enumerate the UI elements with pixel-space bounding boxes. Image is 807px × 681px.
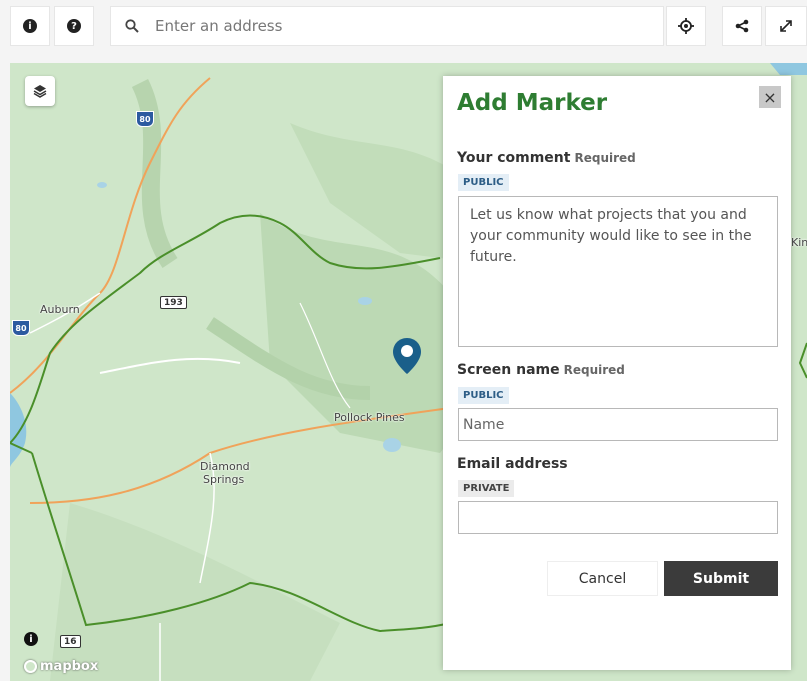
map-label-auburn: Auburn — [40, 303, 80, 316]
info-icon: i — [23, 19, 37, 33]
comment-label: Your comment Required — [457, 150, 636, 166]
cancel-button[interactable]: Cancel — [547, 561, 658, 596]
comment-label-text: Your comment — [457, 150, 571, 166]
public-badge: PUBLIC — [458, 174, 509, 191]
close-button[interactable]: × — [759, 86, 781, 108]
help-icon: ? — [67, 19, 81, 33]
mapbox-logo[interactable]: mapbox — [24, 659, 98, 674]
panel-title: Add Marker — [457, 90, 608, 116]
required-tag: Required — [574, 151, 636, 165]
address-search-input[interactable] — [155, 7, 655, 45]
screen-name-input[interactable] — [458, 408, 778, 441]
layers-icon — [33, 85, 47, 98]
crosshair-icon — [678, 18, 694, 34]
share-button[interactable] — [722, 6, 762, 46]
screen-name-label-text: Screen name — [457, 362, 560, 378]
map-label-kin: Kin — [791, 236, 807, 249]
map-label-springs: Springs — [203, 473, 245, 486]
email-label: Email address — [457, 456, 568, 472]
map-layers-button[interactable] — [25, 76, 55, 106]
highway-16-shield: 16 — [60, 635, 81, 648]
required-tag: Required — [563, 363, 625, 377]
add-marker-panel: Add Marker × Your comment Required PUBLIC… — [443, 76, 791, 670]
share-icon — [735, 19, 749, 33]
mapbox-logo-icon — [24, 660, 37, 673]
locate-button[interactable] — [666, 6, 706, 46]
search-icon — [125, 19, 139, 33]
close-icon: × — [763, 87, 777, 107]
public-badge: PUBLIC — [458, 387, 509, 404]
address-search — [110, 6, 664, 46]
map-attribution-info-icon[interactable]: i — [24, 632, 38, 646]
help-button[interactable]: ? — [54, 6, 94, 46]
comment-textarea[interactable] — [458, 196, 778, 347]
email-input[interactable] — [458, 501, 778, 534]
map-label-pollock-pines: Pollock Pines — [334, 411, 405, 424]
mapbox-logo-text: mapbox — [40, 659, 99, 674]
top-toolbar: i ? — [0, 0, 807, 56]
interstate-80-shield: 80 — [136, 111, 154, 127]
private-badge: PRIVATE — [458, 480, 515, 497]
highway-193-shield: 193 — [160, 296, 187, 309]
info-button[interactable]: i — [10, 6, 50, 46]
fullscreen-button[interactable] — [765, 6, 807, 46]
interstate-80-shield: 80 — [12, 320, 30, 336]
expand-icon — [780, 20, 792, 32]
screen-name-label: Screen name Required — [457, 362, 625, 378]
submit-button[interactable]: Submit — [664, 561, 778, 596]
map-label-diamond: Diamond — [200, 460, 250, 473]
